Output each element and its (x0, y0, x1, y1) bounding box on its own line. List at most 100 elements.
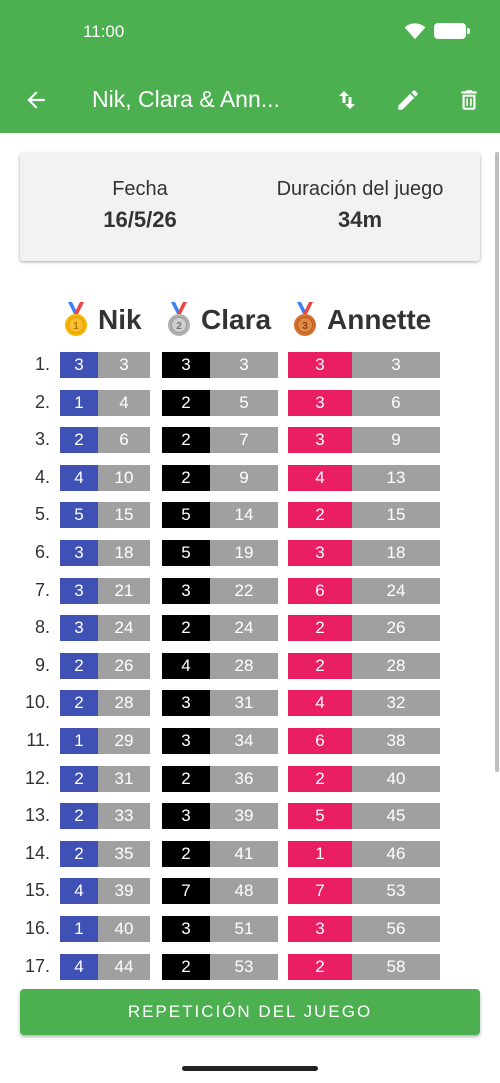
round-number: 14. (24, 842, 50, 863)
nik-round-score: 2 (60, 840, 98, 867)
edit-button[interactable] (390, 82, 426, 118)
annette-round-score: 2 (288, 652, 352, 679)
replay-game-button[interactable]: REPETICIÓN DEL JUEGO (20, 989, 480, 1035)
annette-round-score: 4 (288, 464, 352, 491)
clara-round-score: 2 (162, 427, 210, 454)
nik-round-score: 4 (60, 464, 98, 491)
round-number: 1. (34, 354, 50, 374)
player-header-row: 1 Nik 2 Clara 3 Annette (0, 302, 500, 344)
nik-total-score: 40 (98, 916, 150, 942)
sort-button[interactable] (329, 82, 365, 118)
nik-round-score: 2 (60, 427, 98, 454)
date-value: 16/5/26 (103, 207, 177, 232)
annette-round-score: 2 (288, 765, 352, 792)
annette-total-score: 6 (352, 389, 440, 416)
round-number: 13. (24, 805, 50, 826)
annette-total-score: 13 (352, 464, 440, 491)
delete-button[interactable] (451, 82, 487, 118)
home-indicator[interactable] (182, 1066, 318, 1071)
svg-text:1: 1 (73, 321, 79, 332)
nik-total-score: 15 (98, 502, 150, 529)
annette-total-score: 24 (352, 577, 440, 604)
nik-round-score: 4 (60, 953, 98, 980)
clara-total-score: 9 (210, 464, 278, 491)
clara-round-score: 3 (162, 690, 210, 717)
date-block: Fecha 16/5/26 (80, 178, 200, 233)
clara-total-score: 39 (210, 803, 278, 830)
annette-total-score: 15 (352, 502, 440, 529)
duration-block: Duración del juego 34m (250, 178, 470, 233)
clara-round-score: 2 (162, 840, 210, 867)
round-number: 7. (34, 579, 50, 600)
player-header-annette: 3 Annette (291, 302, 431, 338)
silver-medal-icon: 2 (168, 302, 190, 336)
game-info-card: Fecha 16/5/26 Duración del juego 34m (20, 153, 480, 261)
clara-round-score: 3 (162, 803, 210, 830)
table-row: 16. 1 40 3 51 3 56 (0, 916, 500, 942)
annette-round-score: 3 (288, 540, 352, 566)
table-row: 5. 5 15 5 14 2 15 (0, 502, 500, 529)
sort-icon (339, 91, 355, 109)
annette-total-score: 58 (352, 953, 440, 980)
player-name: Clara (201, 304, 272, 335)
nik-total-score: 24 (98, 615, 150, 642)
table-row: 1. 3 3 3 3 3 3 (0, 352, 500, 378)
back-button[interactable] (18, 82, 54, 118)
annette-total-score: 38 (352, 728, 440, 754)
round-number: 2. (34, 391, 50, 412)
annette-total-score: 56 (352, 916, 440, 942)
clara-total-score: 48 (210, 878, 278, 905)
round-number: 12. (24, 767, 50, 788)
annette-round-score: 3 (288, 427, 352, 454)
duration-label: Duración del juego (276, 178, 444, 200)
table-row: 11. 1 29 3 34 6 38 (0, 728, 500, 754)
annette-round-score: 2 (288, 502, 352, 529)
annette-total-score: 45 (352, 803, 440, 830)
nik-total-score: 21 (98, 577, 150, 604)
nik-total-score: 3 (98, 352, 150, 378)
clara-total-score: 31 (210, 690, 278, 717)
nik-total-score: 33 (98, 803, 150, 830)
clara-round-score: 2 (162, 389, 210, 416)
annette-round-score: 3 (288, 389, 352, 416)
clara-total-score: 24 (210, 615, 278, 642)
delete-icon (461, 90, 477, 110)
annette-total-score: 3 (352, 352, 440, 378)
wifi-icon (404, 23, 426, 40)
table-row: 3. 2 6 2 7 3 9 (0, 427, 500, 454)
nik-round-score: 4 (60, 878, 98, 905)
round-number: 5. (34, 504, 50, 525)
table-row: 8. 3 24 2 24 2 26 (0, 615, 500, 642)
nik-total-score: 28 (98, 690, 150, 717)
nik-total-score: 44 (98, 953, 150, 980)
svg-text:3: 3 (302, 321, 308, 332)
round-number: 15. (24, 880, 50, 901)
table-row: 10. 2 28 3 31 4 32 (0, 690, 500, 717)
player-header-clara: 2 Clara (165, 302, 271, 338)
nik-round-score: 5 (60, 502, 98, 529)
clara-total-score: 34 (210, 728, 278, 754)
round-number: 9. (34, 654, 50, 675)
nik-total-score: 4 (98, 389, 150, 416)
player-header-nik: 1 Nik (62, 302, 142, 338)
nik-round-score: 1 (60, 916, 98, 942)
page-title: Nik, Clara & Ann... (92, 86, 280, 112)
clara-round-score: 2 (162, 953, 210, 980)
annette-round-score: 1 (288, 840, 352, 867)
svg-text:2: 2 (176, 321, 182, 332)
annette-total-score: 53 (352, 878, 440, 905)
nik-round-score: 3 (60, 615, 98, 642)
annette-round-score: 2 (288, 953, 352, 980)
scrollbar[interactable] (495, 152, 499, 772)
table-row: 14. 2 35 2 41 1 46 (0, 840, 500, 867)
clara-total-score: 19 (210, 540, 278, 566)
clara-round-score: 3 (162, 916, 210, 942)
nik-total-score: 6 (98, 427, 150, 454)
back-arrow-icon (27, 91, 45, 109)
round-number: 16. (24, 918, 50, 938)
clara-round-score: 2 (162, 464, 210, 491)
nik-total-score: 39 (98, 878, 150, 905)
annette-total-score: 26 (352, 615, 440, 642)
annette-round-score: 4 (288, 690, 352, 717)
battery-icon (434, 23, 470, 39)
